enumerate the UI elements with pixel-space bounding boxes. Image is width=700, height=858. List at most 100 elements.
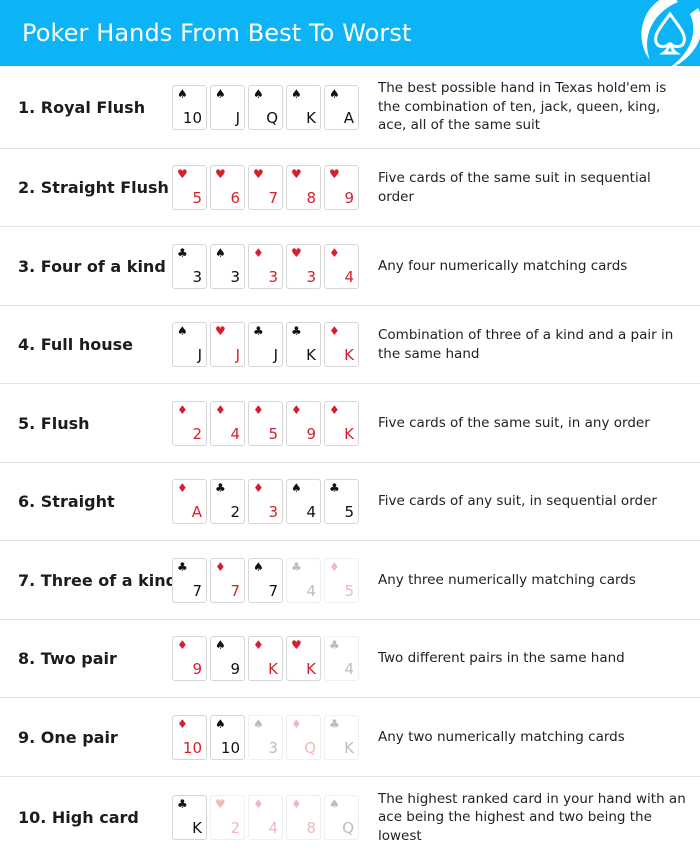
playing-card: ♦ 4 [210,400,245,446]
playing-card: ♦ K [324,400,359,446]
page-header: Poker Hands From Best To Worst [0,0,700,66]
playing-card: ♦ 3 [248,479,283,524]
playing-card: ♦ 5 [248,400,283,446]
playing-card: ♣ K [324,714,359,760]
spade-icon: ♠ [329,86,340,101]
hand-description: The highest ranked card in your hand wit… [378,790,686,844]
card-rank: K [306,108,316,127]
club-icon: ♣ [215,481,226,495]
hand-name: 10. High card [18,808,139,827]
card-rank: 4 [306,581,316,600]
card-group: ♠ 10 ♠ J ♠ Q ♠ K ♠ A [172,84,359,130]
card-rank: 3 [268,267,278,286]
heart-icon: ♥ [215,324,226,338]
spade-icon: ♠ [177,324,188,338]
playing-card: ♦ 8 [286,795,321,840]
playing-card: ♦ 9 [172,636,207,681]
hand-description: Combination of three of a kind and a pai… [378,327,674,362]
playing-card: ♦ 7 [210,557,245,603]
spade-icon: ♠ [253,559,264,574]
card-rank: 8 [306,819,316,837]
diamond-icon: ♦ [329,245,340,260]
heart-icon: ♥ [291,167,302,181]
playing-card: ♣ 4 [286,557,321,603]
hand-name: 6. Straight [18,492,115,511]
playing-card: ♠ Q [324,795,359,840]
playing-card: ♠ 10 [210,714,245,760]
card-rank: 10 [182,108,202,127]
card-rank: K [344,346,354,364]
hand-name: 3. Four of a kind [18,256,166,276]
playing-card: ♠ 9 [210,636,245,681]
card-rank: K [344,424,354,443]
hand-row: 5. Flush ♦ 2 ♦ 4 ♦ 5 ♦ 9 ♦ K Five cards of the same… [0,384,700,463]
card-group: ♠ J ♥ J ♣ J ♣ K ♦ K [172,322,359,367]
card-rank: 10 [182,738,202,757]
card-rank: 5 [268,424,278,443]
playing-card: ♣ 5 [324,479,359,524]
card-rank: 8 [306,189,316,207]
playing-card: ♠ 7 [248,557,283,603]
card-rank: A [191,503,202,521]
diamond-icon: ♦ [253,245,264,260]
card-rank: Q [266,108,278,127]
page-title: Poker Hands From Best To Worst [22,19,412,47]
playing-card: ♦ K [248,636,283,681]
card-rank: 3 [268,738,278,757]
card-rank: 5 [344,503,354,521]
diamond-icon: ♦ [291,716,302,731]
playing-card: ♦ 3 [248,243,283,289]
club-icon: ♣ [291,324,302,338]
card-group: ♦ A ♣ 2 ♦ 3 ♠ 4 ♣ 5 [172,479,359,524]
card-group: ♦ 2 ♦ 4 ♦ 5 ♦ 9 ♦ K [172,400,359,446]
hand-description: Any three numerically matching cards [378,571,636,588]
hand-row: 4. Full house ♠ J ♥ J ♣ J ♣ K ♦ K Combination of th… [0,306,700,384]
hand-name: 2. Straight Flush [18,178,169,197]
card-rank: 5 [344,581,354,600]
card-rank: K [306,346,316,364]
hand-name: 7. Three of a kind [18,570,178,590]
diamond-icon: ♦ [329,402,340,417]
playing-card: ♠ J [172,322,207,367]
card-rank: Q [342,819,354,837]
playing-card: ♣ 3 [172,243,207,289]
card-rank: 6 [230,189,240,207]
playing-card: ♠ 3 [210,243,245,289]
hand-name: 8. Two pair [18,649,117,668]
card-rank: A [343,108,354,127]
heart-icon: ♥ [329,167,340,181]
hand-name: 4. Full house [18,335,133,354]
card-rank: K [306,660,316,678]
spade-icon: ♠ [253,716,264,731]
card-rank: 2 [192,424,202,443]
card-group: ♦ 9 ♠ 9 ♦ K ♥ K ♣ 4 [172,636,359,681]
spade-icon: ♠ [215,86,226,101]
diamond-icon: ♦ [253,402,264,417]
card-rank: 7 [268,581,278,600]
diamond-icon: ♦ [215,402,226,417]
card-rank: K [268,660,278,678]
diamond-icon: ♦ [329,324,340,338]
spade-logo-icon [620,0,700,66]
diamond-icon: ♦ [291,797,302,811]
card-rank: 5 [192,189,202,207]
card-rank: J [197,346,202,364]
card-rank: J [235,346,240,364]
card-rank: 9 [344,189,354,207]
card-rank: 9 [230,660,240,678]
playing-card: ♣ J [248,322,283,367]
playing-card: ♦ 10 [172,714,207,760]
playing-card: ♠ Q [248,84,283,130]
playing-card: ♠ 3 [248,714,283,760]
diamond-icon: ♦ [177,402,188,417]
playing-card: ♠ A [324,84,359,130]
hand-row: 9. One pair ♦ 10 ♠ 10 ♠ 3 ♦ Q ♣ K Any two numerical… [0,698,700,777]
diamond-icon: ♦ [329,559,340,574]
card-rank: Q [304,738,316,757]
club-icon: ♣ [291,559,302,574]
card-rank: 7 [192,581,202,600]
playing-card: ♦ 9 [286,400,321,446]
hand-name: 9. One pair [18,727,118,747]
playing-card: ♦ 2 [172,400,207,446]
hand-row: 8. Two pair ♦ 9 ♠ 9 ♦ K ♥ K ♣ 4 Two different pairs… [0,620,700,698]
